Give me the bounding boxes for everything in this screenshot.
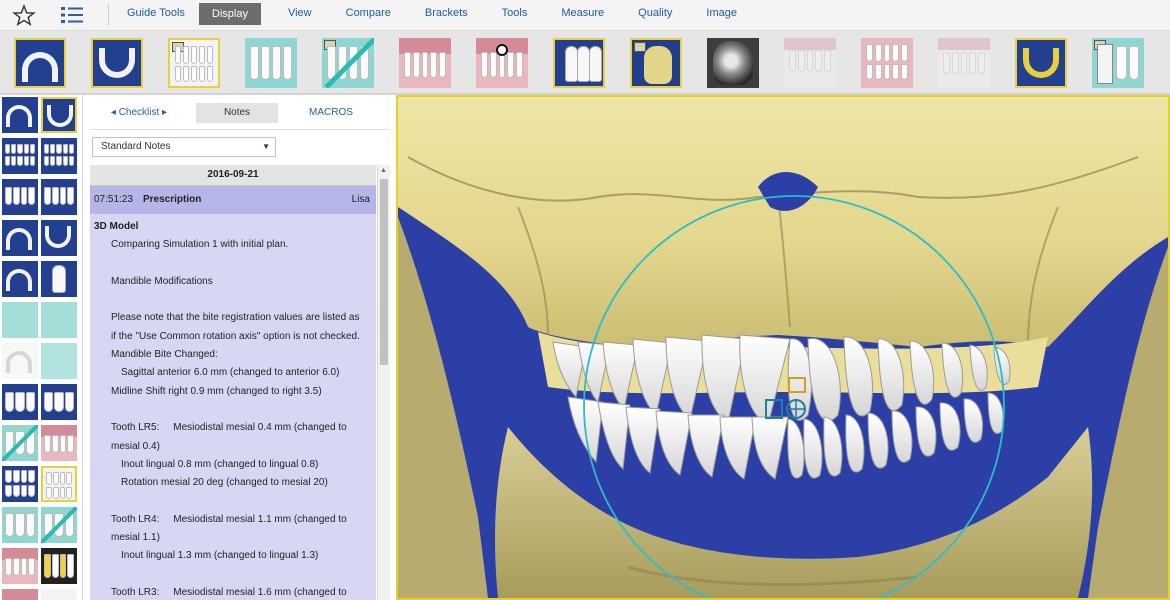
bite-thumbnail[interactable]: [861, 38, 913, 88]
notes-scrollbar[interactable]: ▲: [377, 165, 390, 600]
menu-brackets[interactable]: Brackets: [408, 0, 485, 30]
menu-tools[interactable]: Tools: [485, 0, 545, 30]
note-line: Please note that the bite registration v…: [111, 312, 360, 324]
note-line: Tooth LR4: Mesiodistal mesial 1.1 mm (ch…: [111, 513, 347, 525]
note-entry-title: Prescription: [143, 194, 202, 205]
notes-type-value: Standard Notes: [101, 141, 171, 152]
timer-thumbnail[interactable]: [476, 38, 528, 88]
chevron-down-icon: ▼: [262, 142, 270, 151]
gum-thumbnail[interactable]: [399, 38, 451, 88]
note-line: Inout lingual 0.8 mm (changed to lingual…: [121, 458, 319, 470]
skull-thumbnail[interactable]: [630, 38, 682, 88]
note-line: Tooth LR5: Mesiodistal mesial 0.4 mm (ch…: [111, 422, 347, 434]
note-line: Rotation mesial 20 deg (changed to mesia…: [121, 477, 328, 489]
note-line: Tooth LR3: Mesiodistal mesial 1.6 mm (ch…: [111, 586, 347, 598]
left-front-a-thumbnail[interactable]: [2, 466, 38, 502]
skull-model-render: [398, 97, 1168, 598]
checklist-icon[interactable]: [60, 4, 84, 26]
menu-compare[interactable]: Compare: [329, 0, 408, 30]
note-line: mesial 1.1): [111, 532, 160, 544]
note-line: Inout lingual 1.3 mm (changed to lingual…: [121, 550, 319, 562]
left-teal-c-thumbnail[interactable]: [41, 343, 77, 379]
left-gum-b-thumbnail[interactable]: [2, 548, 38, 584]
left-front-b-thumbnail[interactable]: [41, 466, 77, 502]
faded-bite-thumbnail[interactable]: [938, 38, 990, 88]
main-menu: Guide Tools Display View Compare Bracket…: [110, 0, 754, 30]
note-line: Midline Shift right 0.9 mm (changed to r…: [111, 385, 322, 397]
left-upper-arch-2-thumbnail[interactable]: [2, 220, 38, 256]
note-line: [94, 291, 376, 309]
left-brackets-thumbnail[interactable]: [41, 548, 77, 584]
roots-thumbnail[interactable]: [553, 38, 605, 88]
note-line: Mandible Bite Changed:: [111, 349, 218, 361]
notes-type-select[interactable]: Standard Notes ▼: [92, 137, 276, 157]
menu-view[interactable]: View: [271, 0, 329, 30]
arch-brackets-thumbnail[interactable]: [1015, 38, 1067, 88]
note-line: [94, 566, 376, 584]
note-line: Comparing Simulation 1 with initial plan…: [111, 239, 289, 251]
tab-macros[interactable]: MACROS: [296, 103, 366, 123]
left-bite-left-thumbnail[interactable]: [41, 179, 77, 215]
note-line: mesial 0.4): [111, 440, 160, 452]
lower-arch-occlusal-thumbnail[interactable]: [91, 38, 143, 88]
left-bite-right-thumbnail[interactable]: [2, 179, 38, 215]
teal-teeth-thumbnail[interactable]: [245, 38, 297, 88]
note-date-header: 2016-09-21: [90, 165, 376, 186]
clock-icon: [496, 44, 508, 56]
left-arch-3-thumbnail[interactable]: [2, 261, 38, 297]
left-roots-b-thumbnail[interactable]: [41, 384, 77, 420]
left-bite-side-thumbnail[interactable]: [41, 138, 77, 174]
left-single-tooth-thumbnail[interactable]: [41, 261, 77, 297]
notes-panel: ◂ Checklist ▸ Notes MACROS Standard Note…: [90, 95, 390, 600]
left-teal-d-thumbnail[interactable]: [2, 507, 38, 543]
note-line: [94, 255, 376, 273]
top-menu-bar: Guide Tools Display View Compare Bracket…: [0, 0, 1170, 31]
left-teal-a-thumbnail[interactable]: [2, 302, 38, 338]
left-teal-b-thumbnail[interactable]: [41, 302, 77, 338]
left-roots-a-thumbnail[interactable]: [2, 384, 38, 420]
note-line: 3D Model: [94, 221, 139, 232]
left-view-thumbnails: [0, 95, 83, 600]
star-icon[interactable]: [12, 4, 36, 26]
collision-thumbnail[interactable]: [322, 38, 374, 88]
menu-divider: [108, 4, 109, 26]
left-collision-a-thumbnail[interactable]: [2, 425, 38, 461]
xray-thumbnail[interactable]: [707, 38, 759, 88]
front-teeth-thumbnail[interactable]: [168, 38, 220, 88]
left-bite-front-thumbnail[interactable]: [2, 138, 38, 174]
notes-scroll-thumb[interactable]: [380, 179, 388, 365]
left-gum-a-thumbnail[interactable]: [41, 425, 77, 461]
upper-arch-occlusal-thumbnail[interactable]: [14, 38, 66, 88]
note-line: Sagittal anterior 6.0 mm (changed to ant…: [121, 367, 340, 379]
note-line: Mandible Modifications: [111, 275, 213, 287]
note-entry-time: 07:51:23: [94, 194, 133, 205]
menu-display[interactable]: Display: [198, 3, 261, 25]
note-entry-header[interactable]: 07:51:23 Prescription Lisa: [90, 186, 376, 214]
note-entry-user: Lisa: [351, 194, 370, 205]
notes-tab-bar: ◂ Checklist ▸ Notes MACROS: [90, 95, 390, 130]
left-gum-c-thumbnail[interactable]: [2, 589, 38, 600]
left-lower-arch-thumbnail[interactable]: [41, 97, 77, 133]
view-thumbnail-strip: [0, 31, 1170, 95]
note-line: if the "Use Common rotation axis" option…: [111, 330, 360, 342]
scroll-up-icon[interactable]: ▲: [380, 167, 387, 174]
note-line: [94, 492, 376, 510]
notes-content: 2016-09-21 07:51:23 Prescription Lisa 3D…: [90, 165, 376, 600]
menu-measure[interactable]: Measure: [544, 0, 621, 30]
3d-model-viewport[interactable]: [396, 95, 1170, 600]
tab-notes[interactable]: Notes: [196, 103, 278, 123]
tab-checklist[interactable]: ◂ Checklist ▸: [96, 103, 182, 123]
menu-quality[interactable]: Quality: [621, 0, 689, 30]
menu-guide-tools[interactable]: Guide Tools: [110, 0, 202, 30]
left-faded-arch-thumbnail[interactable]: [2, 343, 38, 379]
note-line: [94, 401, 376, 419]
note-text: 3D Model Comparing Simulation 1 with ini…: [90, 214, 376, 600]
left-lower-arch-2-thumbnail[interactable]: [41, 220, 77, 256]
staging-control-thumbnail[interactable]: [1092, 38, 1144, 88]
left-collision-b-thumbnail[interactable]: [41, 507, 77, 543]
left-upper-arch-thumbnail[interactable]: [2, 97, 38, 133]
left-white-thumbnail[interactable]: [41, 589, 77, 600]
faded-model-thumbnail[interactable]: [784, 38, 836, 88]
menu-image[interactable]: Image: [689, 0, 754, 30]
